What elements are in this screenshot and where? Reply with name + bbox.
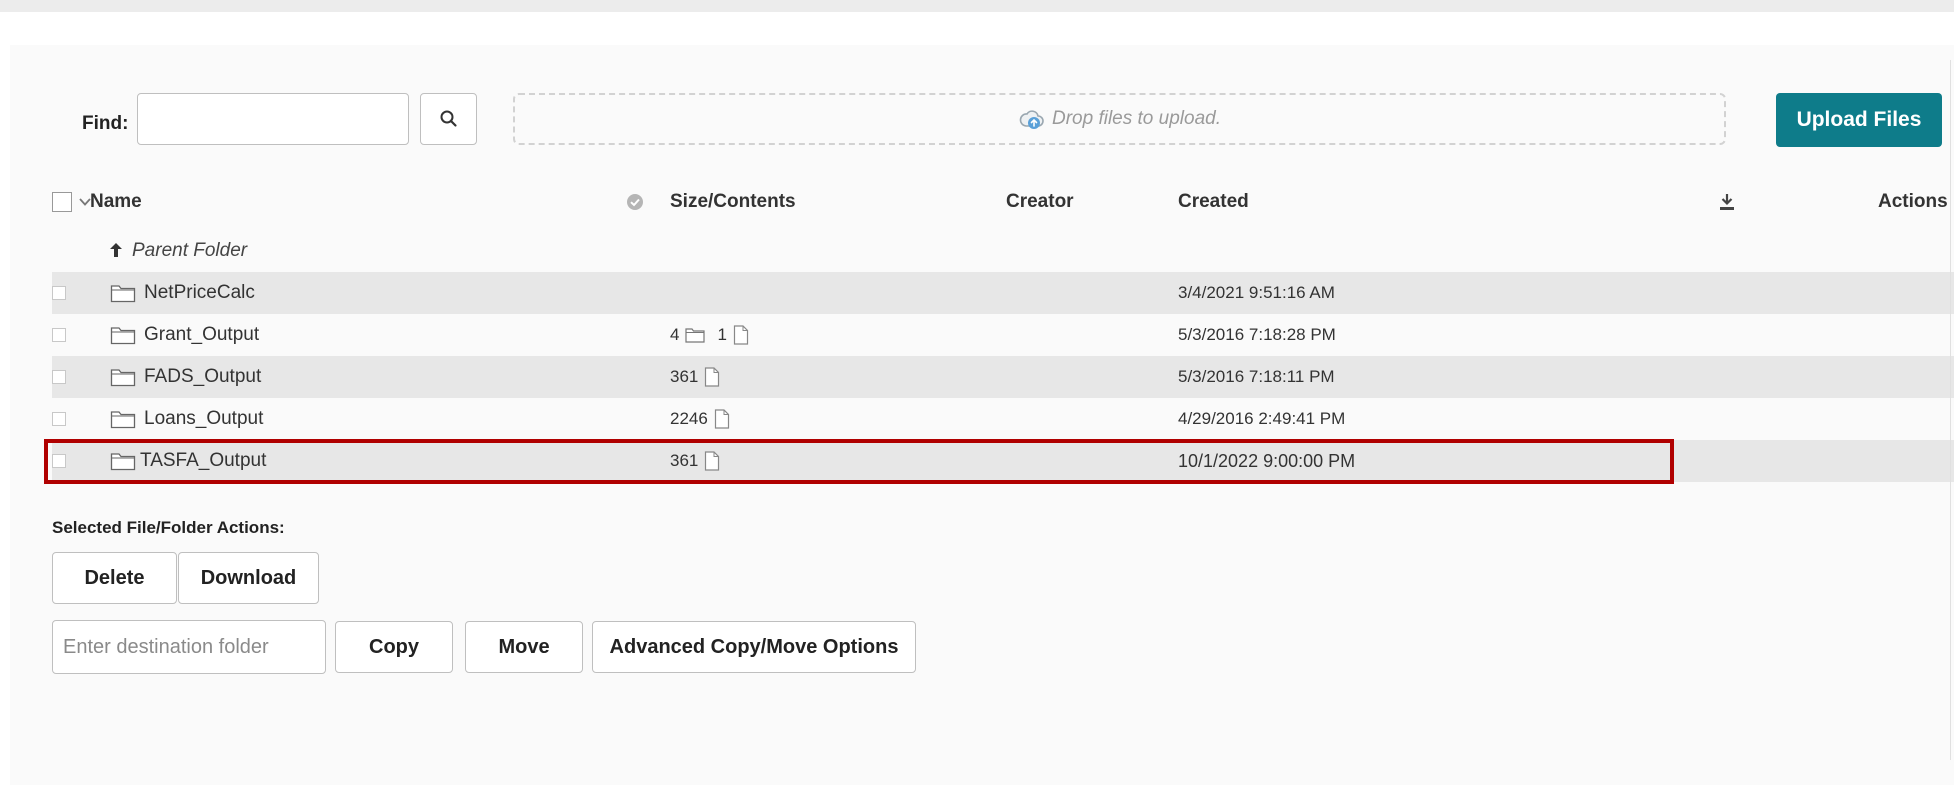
created-date: 4/29/2016 2:49:41 PM [1178, 409, 1346, 428]
check-circle-icon[interactable] [626, 193, 644, 211]
table-row[interactable]: Loans_Output 2246 4/29/2016 2:49:41 PM [52, 398, 1954, 440]
file-count: 361 [670, 451, 699, 470]
created-date: 3/4/2021 9:51:16 AM [1178, 283, 1335, 302]
folder-name[interactable]: NetPriceCalc [144, 272, 255, 314]
file-icon [705, 367, 720, 387]
column-header-actions: Actions [1878, 191, 1948, 212]
file-icon [705, 451, 720, 471]
upload-files-button[interactable]: Upload Files [1776, 93, 1942, 147]
folder-icon [110, 411, 136, 429]
destination-folder-input[interactable] [52, 620, 326, 674]
delete-button[interactable]: Delete [52, 552, 177, 604]
find-label: Find: [82, 113, 129, 134]
size-contents: 4 1 [670, 314, 749, 356]
download-icon[interactable] [1718, 192, 1736, 212]
file-count: 361 [670, 367, 699, 386]
folder-name[interactable]: TASFA_Output [140, 440, 266, 482]
download-button[interactable]: Download [178, 552, 319, 604]
row-checkbox[interactable] [52, 286, 66, 300]
size-contents: 361 [670, 440, 720, 482]
folder-count: 4 [670, 325, 680, 344]
row-checkbox[interactable] [52, 412, 66, 426]
upload-cloud-icon [1019, 110, 1044, 129]
folder-name[interactable]: Loans_Output [144, 398, 263, 440]
drop-zone-text: Drop files to upload. [1052, 108, 1221, 129]
table-header: Name Size/Contents Creator Created Actio… [52, 180, 1954, 224]
file-icon [714, 409, 729, 429]
panel-edge [1950, 60, 1951, 760]
drop-zone[interactable]: Drop files to upload. [513, 93, 1726, 145]
move-button[interactable]: Move [465, 621, 583, 673]
find-input[interactable] [137, 93, 409, 145]
table-row[interactable]: FADS_Output 361 5/3/2016 7:18:11 PM [52, 356, 1954, 398]
created-date: 5/3/2016 7:18:28 PM [1178, 325, 1336, 344]
copy-button[interactable]: Copy [335, 621, 453, 673]
folder-icon [685, 328, 706, 343]
row-checkbox[interactable] [52, 454, 66, 468]
file-count: 2246 [670, 409, 708, 428]
column-header-creator[interactable]: Creator [1006, 180, 1074, 224]
column-header-name[interactable]: Name [90, 180, 142, 224]
row-checkbox[interactable] [52, 328, 66, 342]
selected-actions-label: Selected File/Folder Actions: [52, 518, 285, 537]
folder-icon [110, 369, 136, 387]
parent-folder-link[interactable]: Parent Folder [132, 230, 247, 272]
file-count: 1 [717, 325, 727, 344]
select-all-checkbox[interactable] [52, 192, 72, 212]
folder-icon [110, 285, 136, 303]
advanced-copy-move-button[interactable]: Advanced Copy/Move Options [592, 621, 916, 673]
folder-icon [110, 327, 136, 345]
file-icon [733, 325, 749, 345]
table-row[interactable]: NetPriceCalc 3/4/2021 9:51:16 AM [52, 272, 1954, 314]
created-date: 10/1/2022 9:00:00 PM [1178, 451, 1356, 471]
folder-name[interactable]: Grant_Output [144, 314, 259, 356]
row-checkbox[interactable] [52, 370, 66, 384]
search-button[interactable] [420, 93, 477, 145]
arrow-up-icon [110, 243, 122, 257]
size-contents: 2246 [670, 398, 730, 440]
parent-folder-row[interactable]: Parent Folder [52, 230, 1954, 272]
folder-icon [110, 453, 136, 471]
column-header-size[interactable]: Size/Contents [670, 180, 796, 224]
size-contents: 361 [670, 356, 720, 398]
column-header-created[interactable]: Created [1178, 180, 1249, 224]
table-row[interactable]: TASFA_Output 361 10/1/2022 9:00:00 PM [52, 440, 1954, 482]
search-icon [440, 110, 457, 127]
table-row[interactable]: Grant_Output 4 1 5/3/2016 7:18:28 PM [52, 314, 1954, 356]
created-date: 5/3/2016 7:18:11 PM [1178, 367, 1335, 386]
folder-name[interactable]: FADS_Output [144, 356, 261, 398]
top-bar [0, 0, 1954, 12]
